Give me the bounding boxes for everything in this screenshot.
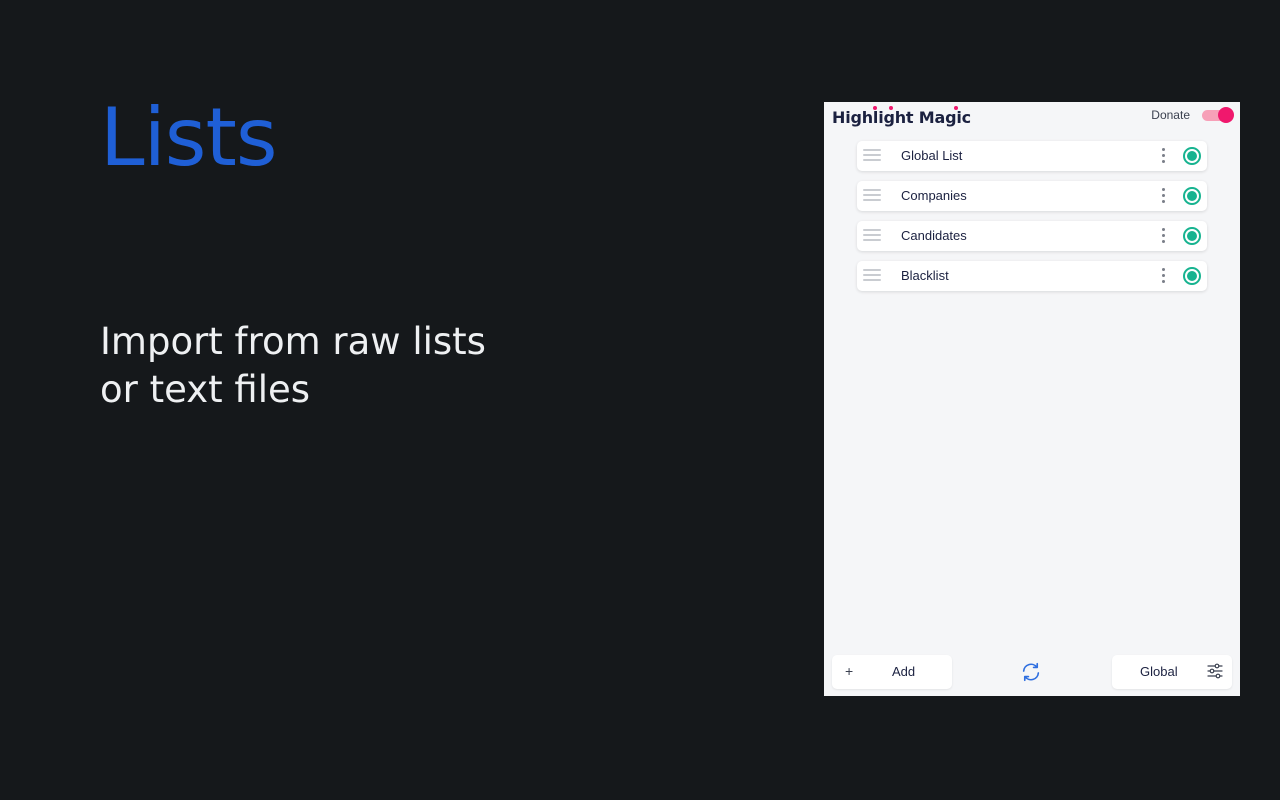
donate-link[interactable]: Donate	[1151, 108, 1190, 122]
more-options-icon[interactable]	[1157, 268, 1169, 284]
list-collection: Global List Companies Candidates Blackli…	[857, 141, 1207, 301]
drag-handle-icon[interactable]	[863, 189, 881, 203]
popup-footer: + Add Global	[824, 655, 1240, 689]
list-name: Blacklist	[901, 268, 949, 283]
hero-subtitle-line-1: Import from raw lists	[100, 320, 486, 363]
list-enabled-radio[interactable]	[1183, 267, 1201, 285]
sync-icon[interactable]	[1020, 661, 1042, 683]
list-item[interactable]: Candidates	[857, 221, 1207, 251]
list-name: Global List	[901, 148, 963, 163]
more-options-icon[interactable]	[1157, 228, 1169, 244]
logo-dot-icon	[889, 106, 893, 110]
logo-dot-icon	[873, 106, 877, 110]
list-item[interactable]: Global List	[857, 141, 1207, 171]
scope-selector-button[interactable]: Global	[1112, 655, 1232, 689]
extension-popup: Highlight Magic Donate Global List Compa…	[824, 102, 1240, 696]
toggle-knob	[1218, 107, 1234, 123]
drag-handle-icon[interactable]	[863, 269, 881, 283]
brand-name: Highlight Magic	[832, 108, 971, 127]
hero-subtitle-line-2: or text files	[100, 368, 311, 411]
list-item[interactable]: Blacklist	[857, 261, 1207, 291]
drag-handle-icon[interactable]	[863, 149, 881, 163]
popup-header: Highlight Magic Donate	[824, 102, 1240, 138]
list-name: Companies	[901, 188, 967, 203]
hero-subtitle: Import from raw lists or text files	[100, 318, 560, 414]
sliders-icon[interactable]	[1207, 663, 1223, 679]
list-enabled-radio[interactable]	[1183, 147, 1201, 165]
list-item[interactable]: Companies	[857, 181, 1207, 211]
drag-handle-icon[interactable]	[863, 229, 881, 243]
add-list-label: Add	[892, 664, 916, 679]
list-enabled-radio[interactable]	[1183, 187, 1201, 205]
add-list-button[interactable]: + Add	[832, 655, 952, 689]
list-name: Candidates	[901, 228, 967, 243]
brand-logo: Highlight Magic	[832, 106, 971, 127]
list-enabled-radio[interactable]	[1183, 227, 1201, 245]
more-options-icon[interactable]	[1157, 188, 1169, 204]
plus-icon: +	[845, 663, 854, 679]
more-options-icon[interactable]	[1157, 148, 1169, 164]
master-toggle[interactable]	[1202, 107, 1234, 123]
hero-title: Lists	[100, 91, 278, 184]
scope-label: Global	[1140, 664, 1178, 679]
logo-dot-icon	[954, 106, 958, 110]
